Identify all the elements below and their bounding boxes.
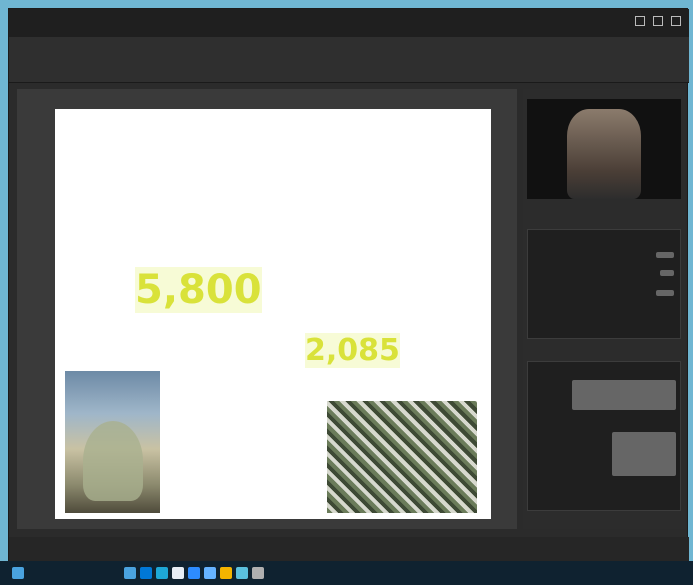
presentation-slide: 5,800 2,085 <box>55 109 491 519</box>
maximize-icon[interactable] <box>653 16 663 26</box>
app-icon[interactable] <box>252 567 264 579</box>
app-icon[interactable] <box>220 567 232 579</box>
window-controls <box>635 16 681 26</box>
app-window: 5,800 2,085 <box>8 8 689 562</box>
chat-item <box>656 290 674 296</box>
slide-photo-left <box>65 371 160 513</box>
app-icon[interactable] <box>156 567 168 579</box>
chat-item <box>660 270 674 276</box>
minimize-icon[interactable] <box>635 16 645 26</box>
close-icon[interactable] <box>671 16 681 26</box>
participant-avatar <box>567 109 641 199</box>
chat-panel <box>527 229 681 339</box>
participant-video[interactable] <box>527 99 681 199</box>
app-icon[interactable] <box>188 567 200 579</box>
app-icon[interactable] <box>124 567 136 579</box>
message-bubble <box>572 380 676 410</box>
participants-sidebar <box>523 89 685 529</box>
slide-photo-right <box>327 401 477 513</box>
meeting-toolbar <box>9 37 689 83</box>
start-icon[interactable] <box>12 567 24 579</box>
app-icon[interactable] <box>172 567 184 579</box>
message-bubble <box>612 432 676 476</box>
title-bar <box>9 9 689 37</box>
taskbar <box>0 561 693 585</box>
stat-number-1: 5,800 <box>135 267 262 313</box>
app-icon[interactable] <box>140 567 152 579</box>
app-icon[interactable] <box>204 567 216 579</box>
chat-item <box>656 252 674 258</box>
app-icon[interactable] <box>236 567 248 579</box>
screen: 5,800 2,085 <box>0 0 693 585</box>
messages-panel <box>527 361 681 511</box>
shared-screen-stage: 5,800 2,085 <box>17 89 517 529</box>
status-bar <box>9 537 689 562</box>
stat-number-2: 2,085 <box>305 333 400 368</box>
